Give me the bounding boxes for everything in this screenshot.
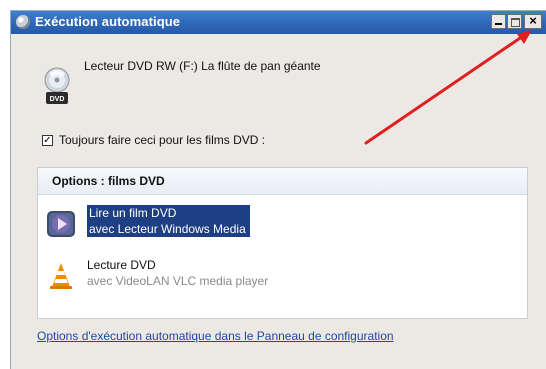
device-label: Lecteur DVD RW (F:) La flûte de pan géan… [84, 59, 321, 73]
dvd-drive-icon: DVD [44, 67, 70, 104]
windows-media-player-icon [47, 211, 75, 237]
control-panel-link[interactable]: Options d'exécution automatique dans le … [37, 329, 394, 343]
option-play-dvd-vlc[interactable]: Lecture DVD avec VideoLAN VLC media play… [42, 256, 512, 296]
options-title: Options : films DVD [52, 174, 165, 188]
always-do-this-checkbox[interactable]: ✓ [42, 135, 53, 146]
autoplay-window: Exécution automatique × DVD Lecteur DVD … [10, 10, 546, 369]
checkbox-label[interactable]: Toujours faire ceci pour les films DVD : [59, 133, 265, 147]
option-1-title: Lire un film DVD [87, 205, 250, 221]
option-1-subtitle: avec Lecteur Windows Media [87, 221, 250, 237]
options-header: Options : films DVD [38, 168, 527, 195]
option-play-dvd-wmp[interactable]: Lire un film DVD avec Lecteur Windows Me… [42, 204, 512, 244]
option-2-title: Lecture DVD [87, 258, 156, 272]
maximize-button[interactable] [507, 14, 522, 29]
close-button[interactable]: × [524, 14, 542, 29]
title-bar[interactable]: Exécution automatique × [11, 11, 546, 34]
options-panel: Options : films DVD Lire un film DVD ave… [37, 167, 528, 319]
window-title: Exécution automatique [35, 14, 181, 29]
vlc-cone-icon [50, 263, 72, 289]
option-2-subtitle: avec VideoLAN VLC media player [87, 274, 269, 288]
minimize-button[interactable] [491, 14, 506, 29]
autoplay-disc-icon [16, 15, 30, 29]
svg-text:DVD: DVD [50, 96, 65, 103]
